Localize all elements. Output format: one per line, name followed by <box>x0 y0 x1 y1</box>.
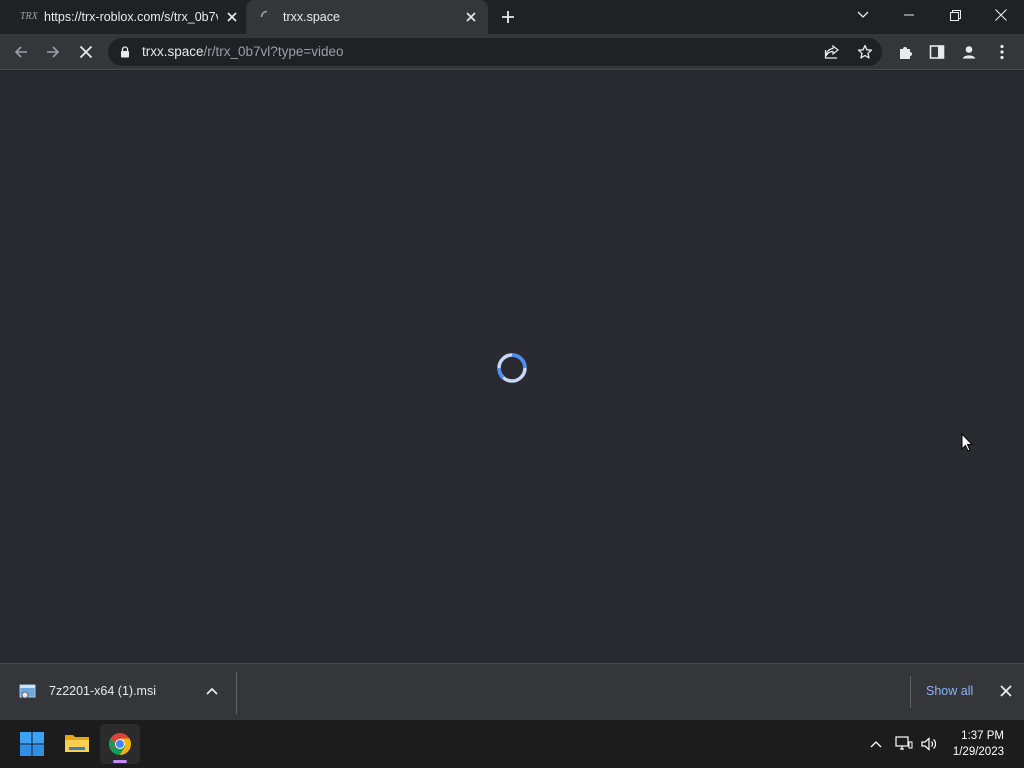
divider <box>236 672 237 714</box>
clock[interactable]: 1:37 PM 1/29/2023 <box>944 720 1024 768</box>
side-panel-icon[interactable] <box>921 36 953 68</box>
show-all-link[interactable]: Show all <box>926 684 973 698</box>
download-item[interactable]: 7z2201-x64 (1).msi <box>0 664 236 720</box>
file-explorer-icon[interactable] <box>64 732 90 754</box>
loading-spinner-icon <box>260 10 274 24</box>
tab-search-icon[interactable] <box>840 0 886 30</box>
chevron-up-icon[interactable] <box>866 720 886 768</box>
close-icon[interactable] <box>978 0 1024 30</box>
clock-date: 1/29/2023 <box>952 746 1004 758</box>
profile-icon[interactable] <box>953 36 985 68</box>
back-icon[interactable] <box>5 36 37 68</box>
browser-toolbar: trxx.space/r/trx_0b7vl?type=video <box>0 34 1024 70</box>
taskbar: 1:37 PM 1/29/2023 <box>0 720 1024 768</box>
trx-logo-icon: TRX <box>20 11 38 22</box>
plus-icon[interactable] <box>500 9 516 25</box>
minimize-icon[interactable] <box>886 0 932 30</box>
lock-icon[interactable] <box>120 46 130 58</box>
restore-icon[interactable] <box>932 0 978 30</box>
tab-trxx-space[interactable]: trxx.space <box>246 0 488 34</box>
tab-strip: TRX https://trx-roblox.com/s/trx_0b7vl t… <box>0 0 1024 34</box>
clock-time: 1:37 PM <box>961 730 1004 742</box>
extensions-icon[interactable] <box>890 36 922 68</box>
share-icon[interactable] <box>824 44 840 60</box>
volume-icon[interactable] <box>918 720 940 768</box>
address-bar[interactable]: trxx.space/r/trx_0b7vl?type=video <box>108 38 882 66</box>
loading-spinner-icon <box>495 351 529 385</box>
forward-icon[interactable] <box>37 36 69 68</box>
chrome-icon <box>108 732 132 756</box>
chevron-up-icon[interactable] <box>206 687 218 695</box>
mouse-cursor-icon <box>961 433 973 452</box>
download-filename: 7z2201-x64 (1).msi <box>49 684 156 698</box>
close-icon[interactable] <box>463 9 479 25</box>
tab-title: trxx.space <box>283 10 340 24</box>
divider <box>910 676 911 708</box>
active-app-indicator <box>113 760 127 763</box>
network-icon[interactable] <box>893 720 915 768</box>
url-host: trxx.space <box>142 44 204 59</box>
windows-start-icon[interactable] <box>20 732 44 756</box>
close-icon[interactable] <box>224 9 240 25</box>
tab-trx-roblox[interactable]: TRX https://trx-roblox.com/s/trx_0b7vl <box>8 0 246 34</box>
download-shelf: 7z2201-x64 (1).msi Show all <box>0 663 1024 720</box>
menu-icon[interactable] <box>986 36 1018 68</box>
tab-title: https://trx-roblox.com/s/trx_0b7vl <box>44 10 218 24</box>
installer-file-icon <box>19 684 37 700</box>
close-icon[interactable] <box>1000 685 1012 697</box>
star-icon[interactable] <box>857 44 873 60</box>
url-path: /r/trx_0b7vl?type=video <box>203 44 344 59</box>
stop-icon[interactable] <box>70 36 102 68</box>
chrome-taskbar-button[interactable] <box>100 724 140 764</box>
page-content <box>0 71 1024 663</box>
url-text[interactable]: trxx.space/r/trx_0b7vl?type=video <box>142 44 344 59</box>
